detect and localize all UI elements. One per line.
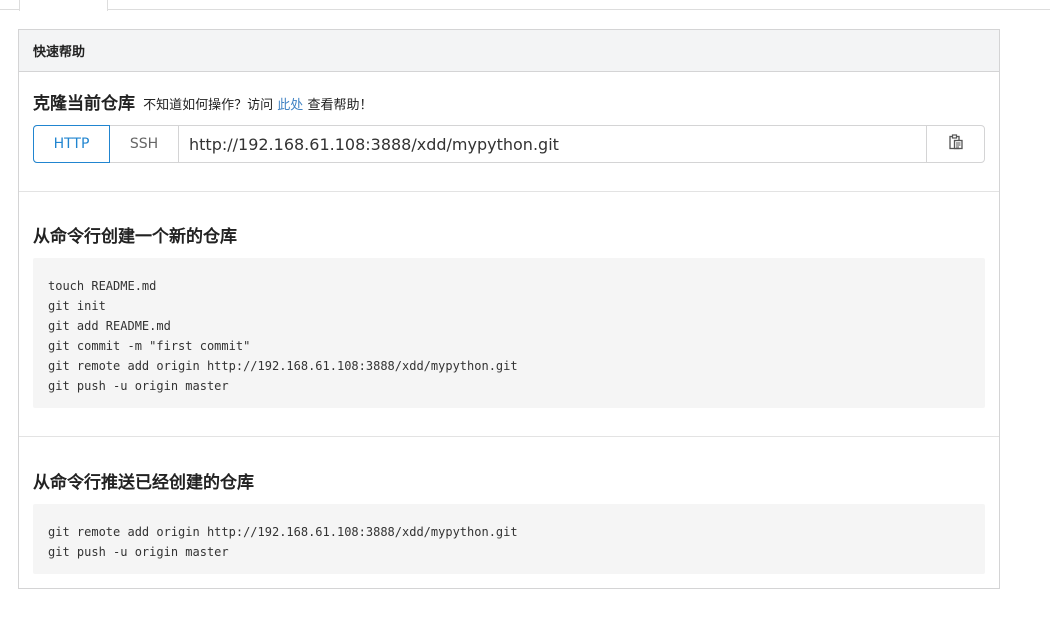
push-repo-code-block: git remote add origin http://192.168.61.… bbox=[33, 504, 985, 574]
code-line: git remote add origin http://192.168.61.… bbox=[48, 525, 518, 539]
clone-url-input[interactable] bbox=[179, 126, 926, 162]
clipboard-icon bbox=[948, 134, 963, 154]
section-divider bbox=[19, 191, 999, 192]
http-button[interactable]: HTTP bbox=[33, 125, 110, 163]
top-tab-bar bbox=[0, 0, 1050, 10]
code-line: git add README.md bbox=[48, 319, 171, 333]
new-repo-code-block: touch README.md git init git add README.… bbox=[33, 258, 985, 408]
clone-url-group: HTTP SSH bbox=[33, 125, 985, 163]
ssh-button[interactable]: SSH bbox=[110, 126, 179, 162]
quick-help-panel: 快速帮助 克隆当前仓库 不知道如何操作？访问 此处 查看帮助！ HTTP SSH… bbox=[18, 29, 1000, 589]
push-repo-title: 从命令行推送已经创建的仓库 bbox=[33, 473, 254, 493]
help-link[interactable]: 此处 bbox=[277, 98, 303, 113]
clone-hint-before: 不知道如何操作？访问 bbox=[143, 98, 274, 113]
clone-title: 克隆当前仓库 bbox=[33, 94, 135, 114]
clone-hint-after: 查看帮助！ bbox=[307, 98, 373, 113]
code-line: git push -u origin master bbox=[48, 545, 229, 559]
section-divider bbox=[19, 436, 999, 437]
active-tab[interactable] bbox=[19, 0, 108, 11]
code-line: git commit -m "first commit" bbox=[48, 339, 251, 353]
copy-button[interactable] bbox=[926, 126, 984, 162]
code-line: git push -u origin master bbox=[48, 379, 229, 393]
code-line: git init bbox=[48, 299, 106, 313]
clone-heading: 克隆当前仓库 不知道如何操作？访问 此处 查看帮助！ bbox=[33, 89, 372, 114]
code-line: touch README.md bbox=[48, 279, 157, 293]
code-line: git remote add origin http://192.168.61.… bbox=[48, 359, 518, 373]
new-repo-title: 从命令行创建一个新的仓库 bbox=[33, 227, 237, 247]
panel-header: 快速帮助 bbox=[19, 30, 999, 72]
